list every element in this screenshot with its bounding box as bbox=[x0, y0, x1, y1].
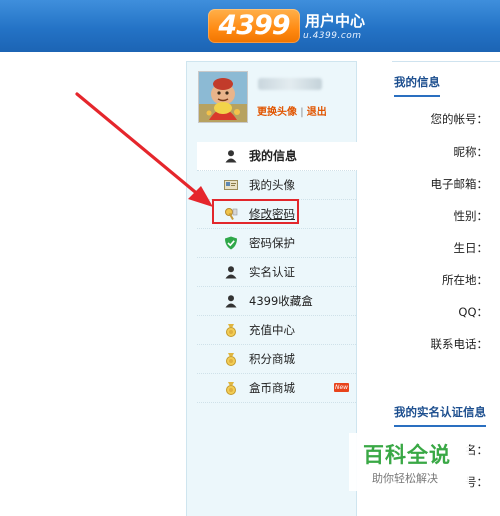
link-separator: | bbox=[300, 107, 304, 118]
change-avatar-link[interactable]: 更换头像 bbox=[257, 107, 297, 118]
logout-link[interactable]: 退出 bbox=[307, 107, 327, 118]
sidebar-item-box-coin-mall[interactable]: 盒币商城 New bbox=[197, 374, 356, 403]
4399-logo[interactable]: 4399 bbox=[208, 9, 300, 43]
profile-links: 更换头像 | 退出 bbox=[257, 103, 327, 118]
sidebar-item-label: 密码保护 bbox=[249, 236, 295, 250]
account-label: 您的帐号： bbox=[430, 112, 489, 126]
avatar-image bbox=[199, 72, 247, 122]
my-info-section-title: 我的信息 bbox=[394, 74, 440, 97]
sidebar: 更换头像 | 退出 我的信息 我的头像 修改密码 密码保护 实名认证 4399收… bbox=[186, 61, 357, 516]
sidebar-item-my-avatar[interactable]: 我的头像 bbox=[197, 171, 356, 200]
gender-label: 性别： bbox=[453, 209, 489, 223]
image-icon bbox=[224, 180, 238, 190]
email-label: 电子邮箱： bbox=[430, 177, 489, 191]
sidebar-item-label: 我的头像 bbox=[249, 178, 295, 192]
qq-label: QQ： bbox=[458, 305, 488, 319]
coin-icon bbox=[226, 324, 236, 337]
sidebar-item-4399-collection-box[interactable]: 4399收藏盒 bbox=[197, 287, 356, 316]
person-icon bbox=[225, 150, 237, 163]
person-icon bbox=[225, 295, 237, 308]
sidebar-item-recharge-center[interactable]: 充值中心 bbox=[197, 316, 356, 345]
baike-watermark: 百科全说 助你轻松解决 bbox=[349, 433, 469, 491]
watermark-subtitle: 助你轻松解决 bbox=[372, 472, 438, 485]
birthday-label: 生日： bbox=[453, 241, 489, 255]
sidebar-item-label: 盒币商城 bbox=[249, 381, 295, 395]
coin-icon bbox=[226, 382, 236, 395]
watermark-title: 百科全说 bbox=[363, 443, 451, 467]
logo-url: u.4399.com bbox=[303, 31, 362, 41]
shield-check-icon bbox=[225, 236, 237, 250]
coin-icon bbox=[226, 353, 236, 366]
top-header-bar: 4399 用户中心 u.4399.com bbox=[0, 0, 500, 52]
realname-section-title: 我的实名认证信息 bbox=[394, 404, 486, 427]
logo-title: 用户中心 bbox=[305, 12, 366, 30]
nickname-label: 昵称： bbox=[453, 145, 489, 159]
sidebar-menu: 我的信息 我的头像 修改密码 密码保护 实名认证 4399收藏盒 充值中心 积分… bbox=[197, 142, 357, 403]
new-badge: New bbox=[334, 383, 349, 392]
panel-top-divider bbox=[392, 61, 500, 62]
sidebar-item-label: 4399收藏盒 bbox=[249, 294, 313, 308]
sidebar-item-label: 我的信息 bbox=[249, 149, 298, 163]
sidebar-item-password-protection[interactable]: 密码保护 bbox=[197, 229, 356, 258]
phone-label: 联系电话： bbox=[430, 337, 489, 351]
sidebar-item-label: 实名认证 bbox=[249, 265, 295, 279]
avatar bbox=[198, 71, 248, 123]
sidebar-item-realname-auth[interactable]: 实名认证 bbox=[197, 258, 356, 287]
sidebar-item-label: 充值中心 bbox=[249, 323, 295, 337]
logo-number: 4399 bbox=[218, 10, 290, 41]
username-blurred bbox=[258, 78, 322, 90]
sidebar-item-label: 积分商城 bbox=[249, 352, 295, 366]
location-label: 所在地： bbox=[442, 273, 488, 287]
person-icon bbox=[225, 266, 237, 279]
highlight-annotation-box bbox=[212, 199, 299, 224]
sidebar-item-my-info[interactable]: 我的信息 bbox=[197, 142, 357, 171]
sidebar-item-points-mall[interactable]: 积分商城 bbox=[197, 345, 356, 374]
